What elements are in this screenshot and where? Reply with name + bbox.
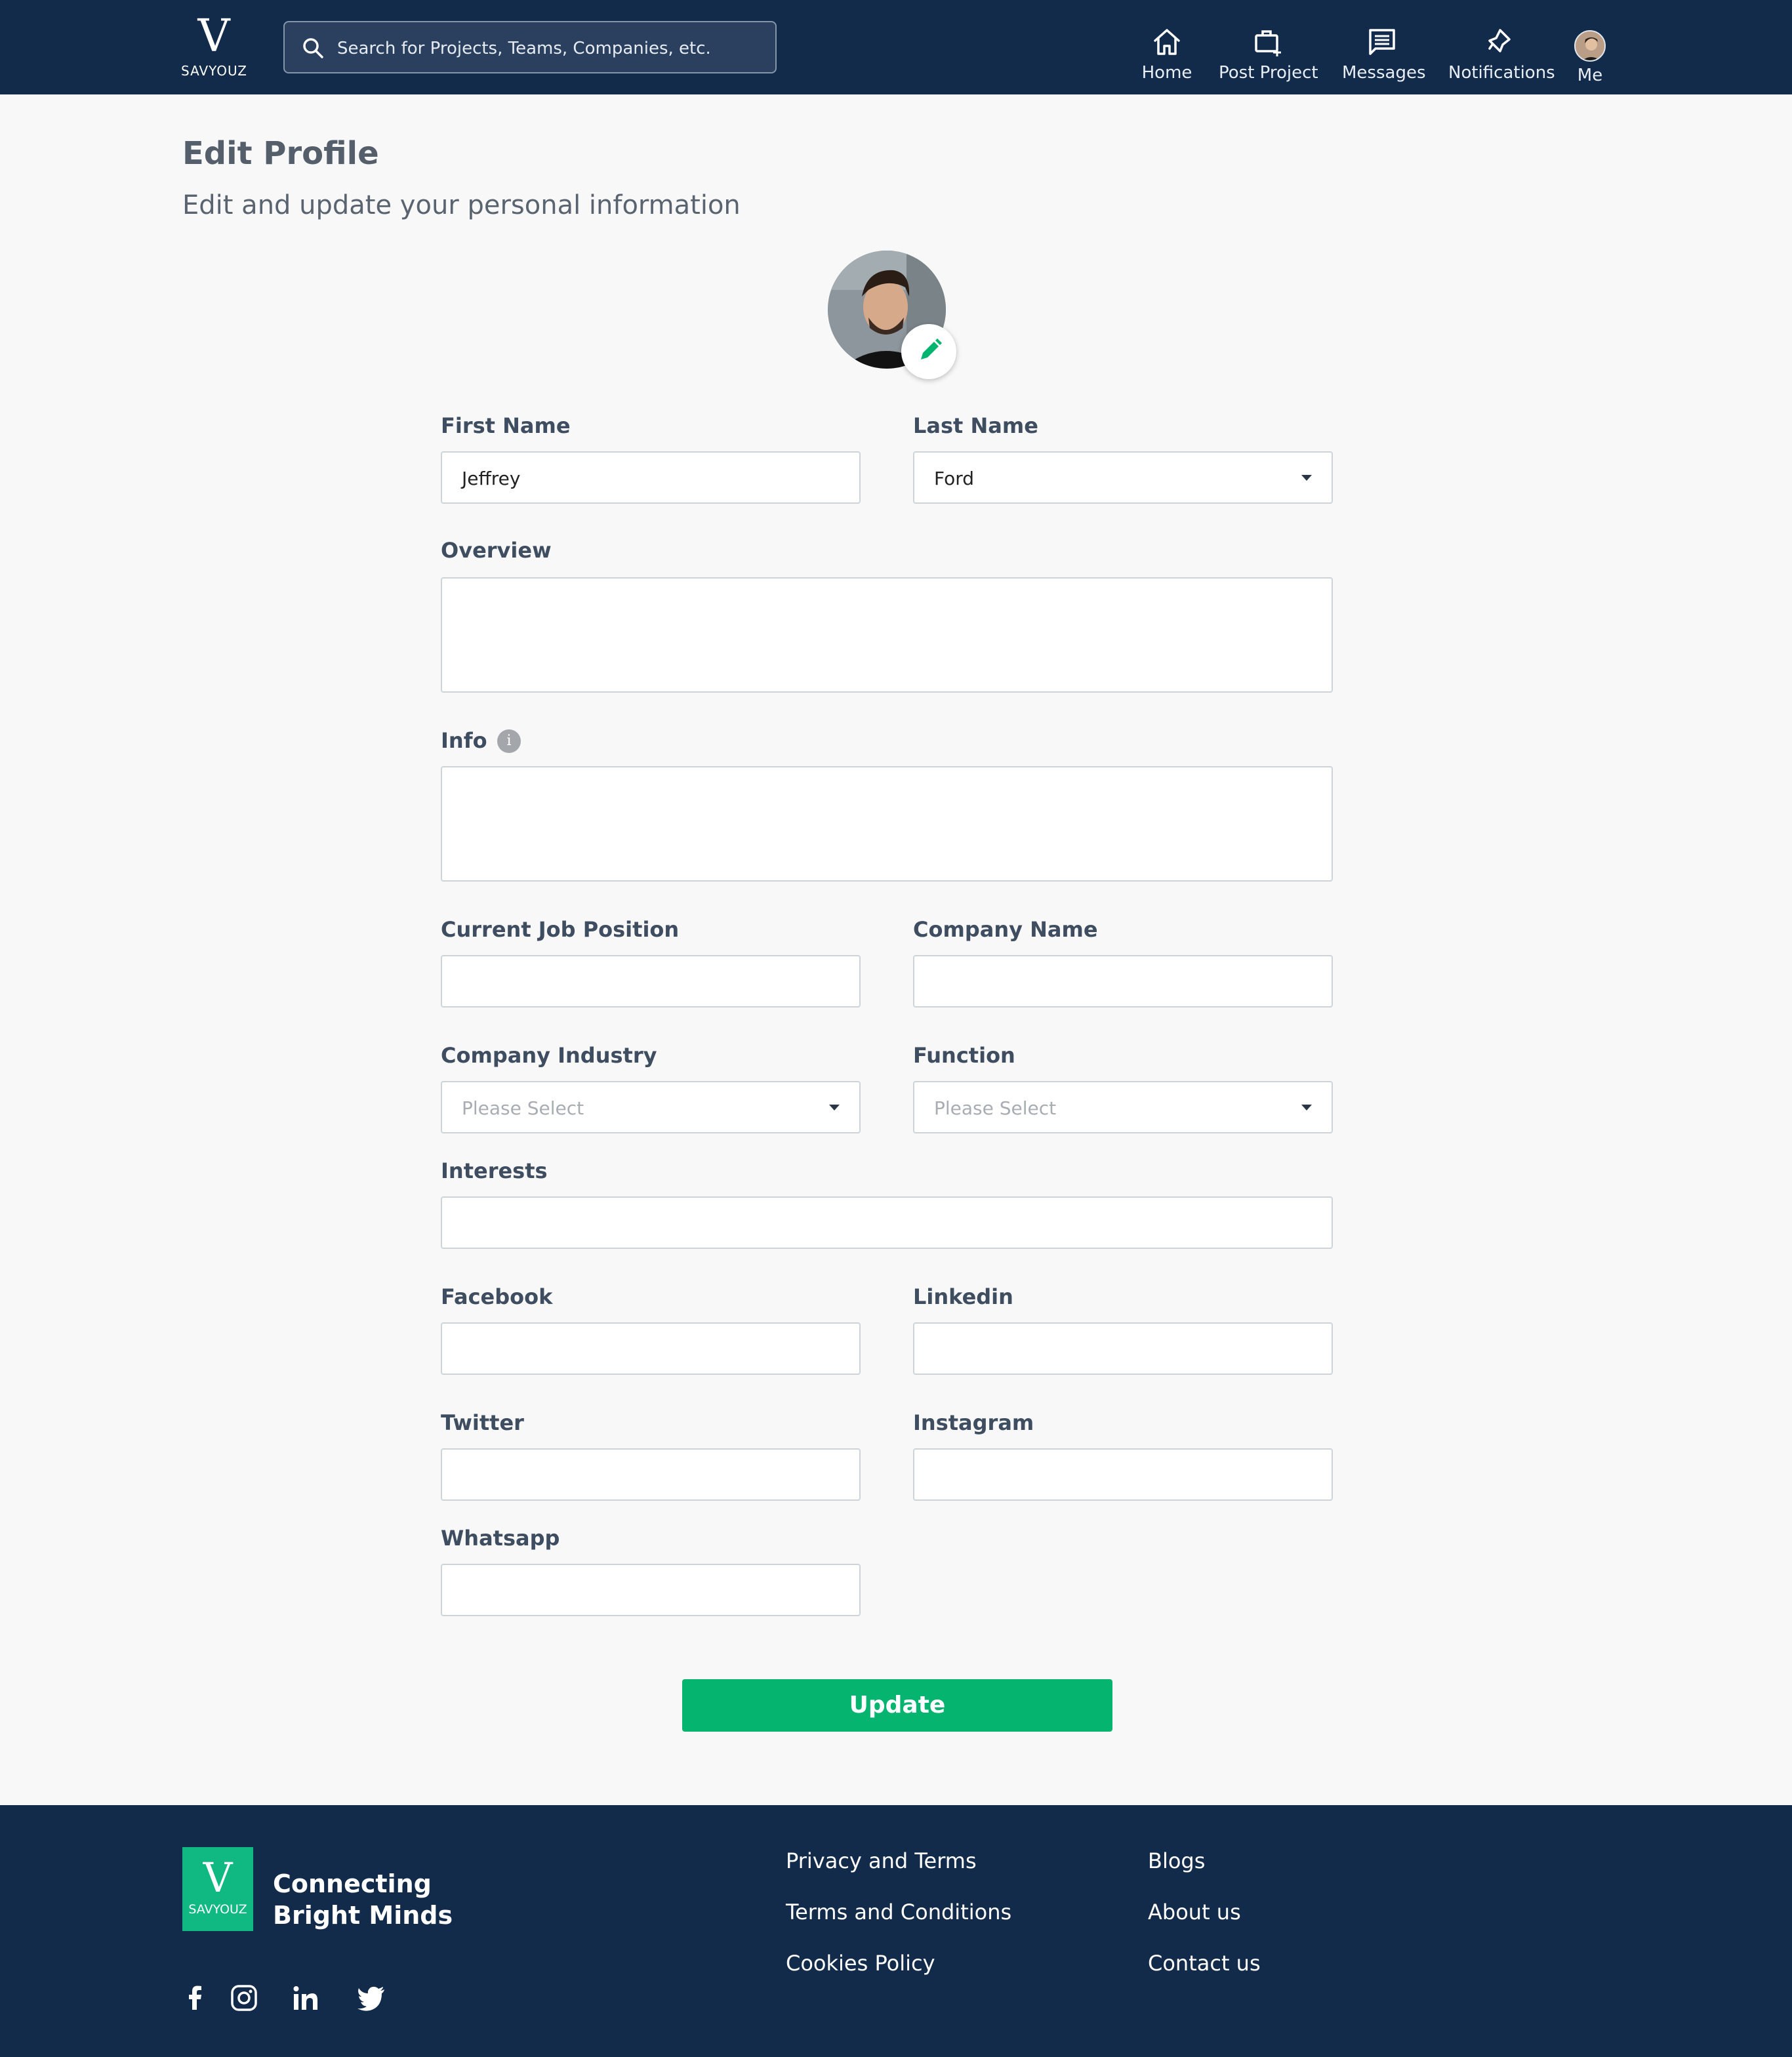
chevron-down-icon (1301, 1105, 1312, 1110)
info-textarea[interactable] (441, 766, 1333, 882)
nav-me-label: Me (1577, 66, 1603, 85)
edit-photo-button[interactable] (901, 324, 956, 379)
function-placeholder: Please Select (934, 1097, 1057, 1119)
nav-post-project[interactable]: Post Project (1219, 25, 1318, 88)
interests-label: Interests (441, 1158, 548, 1183)
facebook-icon[interactable] (180, 1982, 211, 2014)
info-icon[interactable]: i (497, 729, 521, 753)
whatsapp-field[interactable] (441, 1564, 861, 1616)
page-subtitle: Edit and update your personal informatio… (182, 190, 741, 220)
footer-link-about-us[interactable]: About us (1148, 1900, 1241, 1925)
facebook-label: Facebook (441, 1284, 553, 1309)
page-title: Edit Profile (182, 135, 379, 172)
overview-label: Overview (441, 538, 552, 563)
twitter-icon[interactable] (356, 1982, 387, 2014)
footer-link-privacy-terms[interactable]: Privacy and Terms (786, 1848, 977, 1873)
footer-link-contact-us[interactable]: Contact us (1148, 1951, 1261, 1976)
last-name-value: Ford (934, 468, 975, 489)
footer-logo-mark: V (203, 1854, 233, 1902)
bell-icon (1488, 29, 1511, 52)
nav-notifications-label: Notifications (1448, 63, 1555, 83)
footer-logo-text: SAVYOUZ (188, 1902, 247, 1917)
chevron-down-icon (829, 1105, 840, 1110)
nav-post-project-label: Post Project (1219, 63, 1318, 83)
search-input[interactable]: Search for Projects, Teams, Companies, e… (283, 21, 777, 73)
home-icon (1154, 29, 1180, 55)
nav-messages[interactable]: Messages (1342, 25, 1426, 88)
first-name-value: Jeffrey (462, 468, 521, 489)
instagram-label: Instagram (913, 1410, 1034, 1435)
company-industry-label: Company Industry (441, 1043, 657, 1068)
facebook-field[interactable] (441, 1322, 861, 1375)
footer-logo[interactable]: V SAVYOUZ (182, 1847, 253, 1931)
footer-tagline: Connecting Bright Minds (273, 1868, 453, 1931)
linkedin-label: Linkedin (913, 1284, 1013, 1309)
company-name-field[interactable] (913, 955, 1333, 1008)
company-industry-placeholder: Please Select (462, 1097, 584, 1119)
nav-messages-label: Messages (1342, 63, 1426, 83)
twitter-field[interactable] (441, 1448, 861, 1501)
savyouz-logo[interactable]: V SAVYOUZ (181, 12, 247, 83)
search-icon (303, 38, 323, 58)
nav-notifications[interactable]: Notifications (1448, 25, 1555, 88)
footer: V SAVYOUZ Connecting Bright Minds Privac… (0, 1805, 1792, 2057)
nav-home-label: Home (1141, 63, 1192, 83)
message-icon (1369, 29, 1395, 55)
twitter-label: Twitter (441, 1410, 524, 1435)
first-name-label: First Name (441, 413, 571, 438)
company-industry-select[interactable]: Please Select (441, 1081, 861, 1133)
chevron-down-icon (1301, 475, 1312, 481)
tagline-line-2: Bright Minds (273, 1901, 453, 1930)
last-name-select[interactable]: Ford (913, 451, 1333, 504)
nav-me[interactable]: Me (1572, 25, 1608, 88)
pencil-icon (921, 338, 942, 359)
top-navbar: V SAVYOUZ Search for Projects, Teams, Co… (0, 0, 1792, 94)
linkedin-field[interactable] (913, 1322, 1333, 1375)
logo-mark: V (197, 10, 230, 62)
info-label: Info (441, 728, 487, 753)
tagline-line-1: Connecting (273, 1869, 432, 1898)
update-button[interactable]: Update (682, 1679, 1112, 1732)
company-name-label: Company Name (913, 917, 1098, 942)
overview-textarea[interactable] (441, 577, 1333, 693)
briefcase-plus-icon (1255, 30, 1281, 56)
instagram-field[interactable] (913, 1448, 1333, 1501)
footer-link-blogs[interactable]: Blogs (1148, 1848, 1205, 1873)
logo-text: SAVYOUZ (181, 63, 248, 79)
first-name-field[interactable]: Jeffrey (441, 451, 861, 504)
footer-link-terms-conditions[interactable]: Terms and Conditions (786, 1900, 1011, 1925)
nav-home[interactable]: Home (1136, 25, 1198, 88)
interests-field[interactable] (441, 1196, 1333, 1249)
avatar (1574, 30, 1606, 62)
function-label: Function (913, 1043, 1015, 1068)
function-select[interactable]: Please Select (913, 1081, 1333, 1133)
current-job-position-field[interactable] (441, 955, 861, 1008)
last-name-label: Last Name (913, 413, 1038, 438)
linkedin-icon[interactable] (290, 1982, 321, 2014)
whatsapp-label: Whatsapp (441, 1526, 560, 1551)
current-job-position-label: Current Job Position (441, 917, 680, 942)
instagram-icon[interactable] (228, 1982, 260, 2014)
footer-link-cookies-policy[interactable]: Cookies Policy (786, 1951, 935, 1976)
search-placeholder: Search for Projects, Teams, Companies, e… (337, 39, 711, 58)
